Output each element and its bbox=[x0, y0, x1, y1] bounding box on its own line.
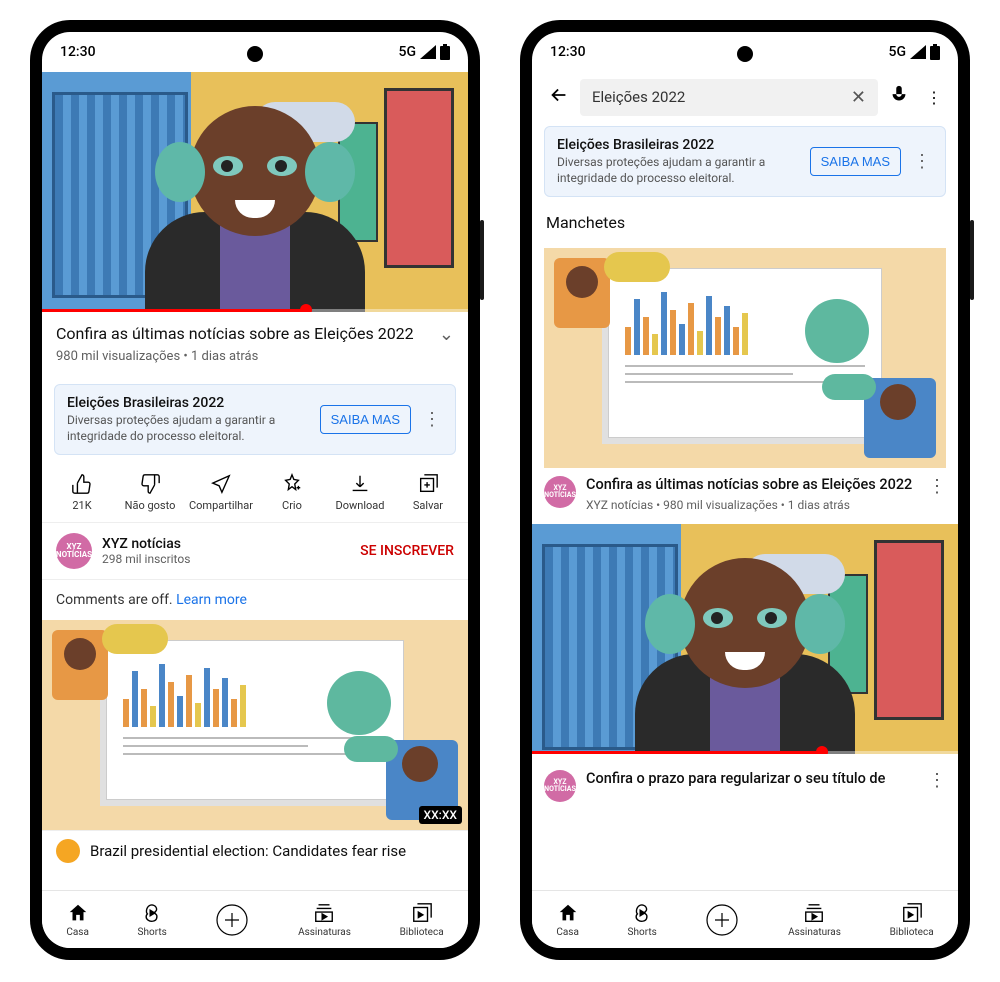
nav-subscriptions[interactable]: Assinaturas bbox=[788, 902, 841, 938]
nav-create[interactable] bbox=[705, 903, 739, 937]
video-progress[interactable] bbox=[42, 309, 468, 312]
banner-desc: Diversas proteções ajudam a garantir a i… bbox=[67, 413, 310, 444]
channel-row[interactable]: XYZ NOTÍCIAS XYZ notícias 298 mil inscri… bbox=[42, 523, 468, 580]
result-title: Confira as últimas notícias sobre as Ele… bbox=[586, 476, 918, 495]
banner-desc: Diversas proteções ajudam a garantir a i… bbox=[557, 155, 800, 186]
channel-avatar[interactable]: XYZ NOTÍCIAS bbox=[56, 533, 92, 569]
status-time: 12:30 bbox=[550, 44, 586, 60]
bottom-nav: Casa Shorts Assinaturas Biblioteca bbox=[532, 890, 958, 948]
dislike-button[interactable]: Não gosto bbox=[121, 473, 179, 512]
comments-off-notice: Comments are off. Learn more bbox=[42, 580, 468, 620]
screen-right: 12:30 5G Eleições 2022 ✕ ⋮ bbox=[532, 32, 958, 948]
like-button[interactable]: 21K bbox=[53, 473, 111, 512]
banner-title: Eleições Brasileiras 2022 bbox=[557, 137, 800, 153]
nav-shorts[interactable]: Shorts bbox=[138, 902, 167, 938]
election-info-banner: Eleições Brasileiras 2022 Diversas prote… bbox=[54, 384, 456, 455]
learn-more-button[interactable]: SAIBA MAS bbox=[810, 147, 901, 176]
result-more-icon[interactable]: ⋮ bbox=[928, 770, 946, 791]
nav-home[interactable]: Casa bbox=[66, 902, 89, 938]
video-meta: 980 mil visualizações • 1 dias atrás bbox=[56, 349, 454, 364]
content-area: Confira as últimas notícias sobre as Ele… bbox=[42, 72, 468, 890]
banner-more-icon[interactable]: ⋮ bbox=[911, 151, 933, 172]
nav-create[interactable] bbox=[215, 903, 249, 937]
create-button[interactable]: Crio bbox=[263, 473, 321, 512]
camera-notch bbox=[247, 46, 263, 62]
signal-icon bbox=[910, 45, 926, 59]
bottom-nav: Casa Shorts Assinaturas Biblioteca bbox=[42, 890, 468, 948]
download-button[interactable]: Download bbox=[331, 473, 389, 512]
result-channel-avatar[interactable]: XYZ NOTÍCIAS bbox=[544, 476, 576, 508]
next-video-title: Brazil presidential election: Candidates… bbox=[90, 842, 406, 860]
result-title-2: Confira o prazo para regularizar o seu t… bbox=[586, 770, 918, 789]
video-title: Confira as últimas notícias sobre as Ele… bbox=[56, 324, 429, 345]
channel-name: XYZ notícias bbox=[102, 536, 350, 552]
chevron-down-icon[interactable]: ⌄ bbox=[439, 324, 454, 345]
nav-subscriptions[interactable]: Assinaturas bbox=[298, 902, 351, 938]
more-options-icon[interactable]: ⋮ bbox=[920, 82, 948, 113]
network-label: 5G bbox=[399, 44, 417, 60]
result-more-icon[interactable]: ⋮ bbox=[928, 476, 946, 497]
nav-library[interactable]: Biblioteca bbox=[400, 902, 444, 938]
actions-row: 21K Não gosto Compartilhar Crio Download bbox=[42, 463, 468, 523]
subscribe-button[interactable]: SE INSCREVER bbox=[360, 543, 454, 559]
signal-icon bbox=[420, 45, 436, 59]
network-label: 5G bbox=[889, 44, 907, 60]
learn-more-button[interactable]: SAIBA MAS bbox=[320, 405, 411, 434]
search-query-text: Eleições 2022 bbox=[592, 88, 685, 106]
channel-subs: 298 mil inscritos bbox=[102, 552, 350, 566]
search-input[interactable]: Eleições 2022 ✕ bbox=[580, 79, 878, 116]
content-area: Eleições Brasileiras 2022 Diversas prote… bbox=[532, 122, 958, 890]
clear-search-icon[interactable]: ✕ bbox=[851, 87, 866, 108]
result-meta: XYZ notícias • 980 mil visualizações • 1… bbox=[586, 498, 918, 512]
battery-icon bbox=[930, 44, 940, 60]
comments-learn-more-link[interactable]: Learn more bbox=[176, 592, 247, 608]
result-thumbnail[interactable] bbox=[544, 248, 946, 468]
camera-notch bbox=[737, 46, 753, 62]
share-button[interactable]: Compartilhar bbox=[189, 473, 253, 512]
next-video-title-row[interactable]: Brazil presidential election: Candidates… bbox=[42, 830, 468, 871]
next-channel-avatar bbox=[56, 839, 80, 863]
battery-icon bbox=[440, 44, 450, 60]
search-result-1[interactable]: XYZ NOTÍCIAS Confira as últimas notícias… bbox=[532, 240, 958, 524]
video-progress bbox=[532, 751, 958, 754]
phone-right: 12:30 5G Eleições 2022 ✕ ⋮ bbox=[520, 20, 970, 960]
nav-shorts[interactable]: Shorts bbox=[628, 902, 657, 938]
phone-left: 12:30 5G bbox=[30, 20, 480, 960]
section-headlines: Manchetes bbox=[532, 205, 958, 240]
save-button[interactable]: Salvar bbox=[399, 473, 457, 512]
banner-title: Eleições Brasileiras 2022 bbox=[67, 395, 310, 411]
result-channel-avatar-2[interactable]: XYZ NOTÍCIAS bbox=[544, 770, 576, 802]
election-info-banner: Eleições Brasileiras 2022 Diversas prote… bbox=[544, 126, 946, 197]
next-video-thumbnail[interactable]: XX:XX bbox=[42, 620, 468, 830]
nav-library[interactable]: Biblioteca bbox=[890, 902, 934, 938]
duration-badge: XX:XX bbox=[419, 806, 462, 824]
mic-button[interactable] bbox=[882, 78, 916, 116]
result-thumbnail-2[interactable] bbox=[532, 524, 958, 754]
search-header: Eleições 2022 ✕ ⋮ bbox=[532, 72, 958, 122]
status-time: 12:30 bbox=[60, 44, 96, 60]
video-info[interactable]: Confira as últimas notícias sobre as Ele… bbox=[42, 312, 468, 376]
video-player[interactable] bbox=[42, 72, 468, 312]
screen-left: 12:30 5G bbox=[42, 32, 468, 948]
banner-more-icon[interactable]: ⋮ bbox=[421, 409, 443, 430]
back-button[interactable] bbox=[542, 78, 576, 116]
nav-home[interactable]: Casa bbox=[556, 902, 579, 938]
